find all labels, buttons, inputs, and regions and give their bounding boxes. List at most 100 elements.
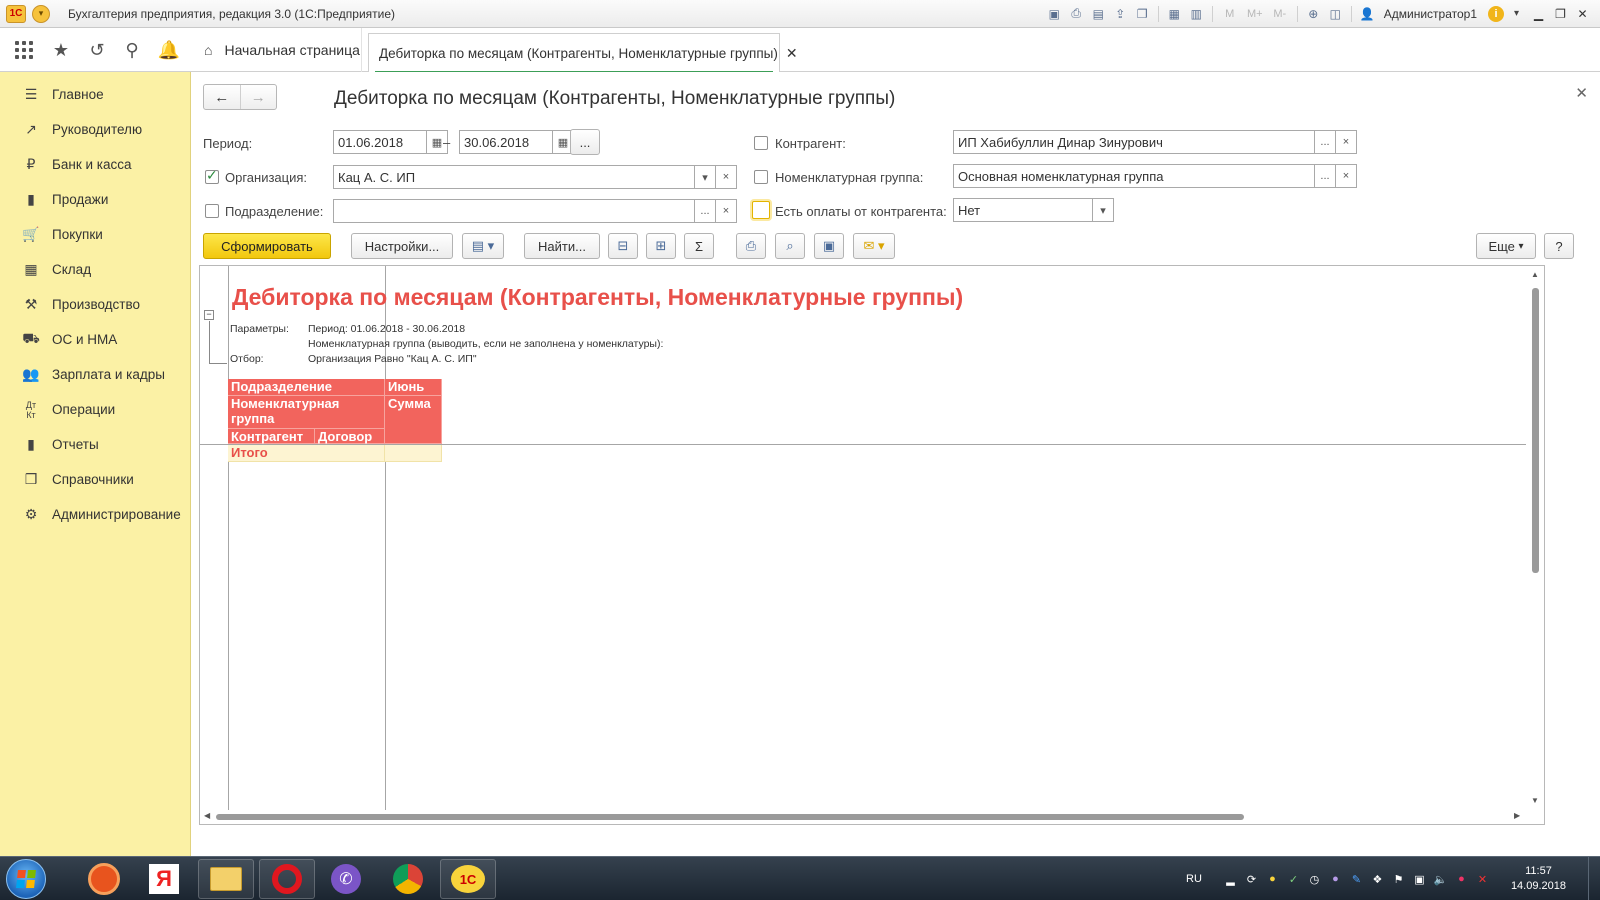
counterparty-field[interactable]: ИП Хабибуллин Динар Зинурович <box>953 130 1315 154</box>
nomgroup-checkbox[interactable] <box>754 170 768 184</box>
nomgroup-clear-icon[interactable]: × <box>1335 164 1357 188</box>
forward-arrow-icon[interactable]: → <box>241 85 277 109</box>
sidebar-item-management[interactable]: ↗ Руководителю <box>0 112 190 147</box>
chrome-icon[interactable] <box>380 859 436 899</box>
print-icon[interactable]: ⎙ <box>1067 4 1086 23</box>
counterparty-select-button[interactable]: ... <box>1314 130 1336 154</box>
sync-icon[interactable]: ⟳ <box>1242 871 1261 887</box>
user-name[interactable]: Администратор1 <box>1384 7 1477 21</box>
clock[interactable]: 11:57 14.09.2018 <box>1511 864 1566 894</box>
notifications-bell-icon[interactable]: 🔔 <box>155 36 183 64</box>
clock-tray-icon[interactable]: ◷ <box>1305 871 1324 887</box>
sidebar-item-main[interactable]: ☰ Главное <box>0 77 190 112</box>
memory-plus-button[interactable]: M+ <box>1244 4 1266 23</box>
organization-dropdown-icon[interactable]: ▾ <box>694 165 716 189</box>
more-button[interactable]: Еще ▾ <box>1476 233 1536 259</box>
scroll-up-icon[interactable]: ▲ <box>1531 270 1539 279</box>
sidebar-item-catalogs[interactable]: ❒ Справочники <box>0 462 190 497</box>
send-email-dropdown[interactable]: ✉ ▾ <box>853 233 895 259</box>
back-arrow-icon[interactable]: ← <box>204 85 241 109</box>
scroll-thumb[interactable] <box>216 814 1244 820</box>
subdivision-field[interactable] <box>333 199 695 223</box>
copy-icon[interactable]: ❐ <box>1133 4 1152 23</box>
period-from-input[interactable]: 01.06.2018 <box>333 130 427 154</box>
sidebar-item-operations[interactable]: Дт Кт Операции <box>0 392 190 427</box>
sidebar-item-reports[interactable]: ▮ Отчеты <box>0 427 190 462</box>
form-close-icon[interactable]: ✕ <box>1575 84 1588 102</box>
counterparty-clear-icon[interactable]: × <box>1335 130 1357 154</box>
chevron-down-icon[interactable]: ▾ <box>1507 4 1526 23</box>
power-icon[interactable]: ✕ <box>1473 871 1492 887</box>
sidebar-item-purchases[interactable]: 🛒 Покупки <box>0 217 190 252</box>
save-icon[interactable]: ▣ <box>814 233 844 259</box>
scroll-down-icon[interactable]: ▼ <box>1531 796 1539 805</box>
payments-dropdown-icon[interactable]: ▾ <box>1092 198 1114 222</box>
main-menu-button[interactable]: ▾ <box>32 4 50 23</box>
zoom-icon[interactable]: ⊕ <box>1304 4 1323 23</box>
yandex-browser-icon[interactable]: Я <box>136 859 192 899</box>
language-indicator[interactable]: RU <box>1186 873 1202 885</box>
tab-close-icon[interactable]: ✕ <box>786 45 798 62</box>
1c-tray-icon[interactable]: ● <box>1263 871 1282 887</box>
print-icon[interactable]: ⎙ <box>736 233 766 259</box>
tab-home[interactable]: ⌂ Начальная страница <box>192 28 362 72</box>
help-button[interactable]: ? <box>1544 233 1574 259</box>
info-icon[interactable]: i <box>1488 5 1504 22</box>
search-icon[interactable]: ⚲ <box>118 36 146 64</box>
upload-icon[interactable]: ⇪ <box>1111 4 1130 23</box>
viber-icon[interactable]: ✆ <box>318 859 374 899</box>
favorites-star-icon[interactable]: ★ <box>47 36 75 64</box>
start-button[interactable] <box>6 859 46 899</box>
print-preview-icon[interactable]: ⌕ <box>775 233 805 259</box>
sidebar-item-production[interactable]: ⚒ Производство <box>0 287 190 322</box>
sections-grid-icon[interactable] <box>10 36 38 64</box>
organization-field[interactable]: Кац А. С. ИП <box>333 165 695 189</box>
history-icon[interactable]: ↺ <box>83 36 111 64</box>
sidebar-item-warehouse[interactable]: ▦ Склад <box>0 252 190 287</box>
scroll-left-icon[interactable]: ◀ <box>204 811 210 820</box>
expand-groups-icon[interactable]: ⊞ <box>646 233 676 259</box>
period-select-button[interactable]: ... <box>570 129 600 155</box>
collapse-groups-icon[interactable]: ⊟ <box>608 233 638 259</box>
payments-select[interactable]: Нет <box>953 198 1093 222</box>
file-explorer-icon[interactable] <box>198 859 254 899</box>
opera-icon[interactable] <box>259 859 315 899</box>
period-to-input[interactable]: 30.06.2018 <box>459 130 553 154</box>
find-button[interactable]: Найти... <box>524 233 600 259</box>
network-icon[interactable]: ▣ <box>1410 871 1429 887</box>
sidebar-item-fixed-assets[interactable]: ⛟ ОС и НМА <box>0 322 190 357</box>
app-logo-icon[interactable]: 1С <box>6 4 26 23</box>
subdivision-select-button[interactable]: ... <box>694 199 716 223</box>
organization-clear-icon[interactable]: × <box>715 165 737 189</box>
sidebar-item-sales[interactable]: ▮ Продажи <box>0 182 190 217</box>
nomgroup-select-button[interactable]: ... <box>1314 164 1336 188</box>
vertical-scrollbar[interactable]: ▲ ▼ <box>1528 266 1544 811</box>
close-icon[interactable]: ✕ <box>1573 4 1592 23</box>
sidebar-item-salary[interactable]: 👥 Зарплата и кадры <box>0 357 190 392</box>
show-desktop-button[interactable] <box>1588 857 1600 900</box>
horizontal-scrollbar[interactable]: ◀ ▶ <box>200 810 1528 824</box>
variants-dropdown-button[interactable]: ▤ ▾ <box>462 233 504 259</box>
dropbox-icon[interactable]: ❖ <box>1368 871 1387 887</box>
generate-report-button[interactable]: Сформировать <box>203 233 331 259</box>
subdivision-checkbox[interactable] <box>205 204 219 218</box>
sidebar-item-bank[interactable]: ₽ Банк и касса <box>0 147 190 182</box>
flag-tray-icon[interactable]: ⚑ <box>1389 871 1408 887</box>
check-icon[interactable]: ✓ <box>1284 871 1303 887</box>
media-player-icon[interactable] <box>76 859 132 899</box>
viber-tray-icon[interactable]: ● <box>1326 871 1345 887</box>
sidebar-item-administration[interactable]: ⚙ Администрирование <box>0 497 190 532</box>
minimize-icon[interactable]: ▁ <box>1529 4 1548 23</box>
tab-receivables-report[interactable]: Дебиторка по месяцам (Контрагенты, Номен… <box>368 33 798 73</box>
memory-m-button[interactable]: M <box>1219 4 1241 23</box>
preview-icon[interactable]: ▤ <box>1089 4 1108 23</box>
app-tray-icon[interactable]: ● <box>1452 871 1471 887</box>
subdivision-clear-icon[interactable]: × <box>715 199 737 223</box>
restore-icon[interactable]: ❐ <box>1551 4 1570 23</box>
scroll-thumb[interactable] <box>1532 288 1539 573</box>
panels-icon[interactable]: ◫ <box>1326 4 1345 23</box>
volume-icon[interactable]: 🔈 <box>1431 871 1450 887</box>
calendar-icon[interactable]: ▥ <box>1187 4 1206 23</box>
signal-icon[interactable]: ▂ <box>1221 871 1240 887</box>
counterparty-checkbox[interactable] <box>754 136 768 150</box>
